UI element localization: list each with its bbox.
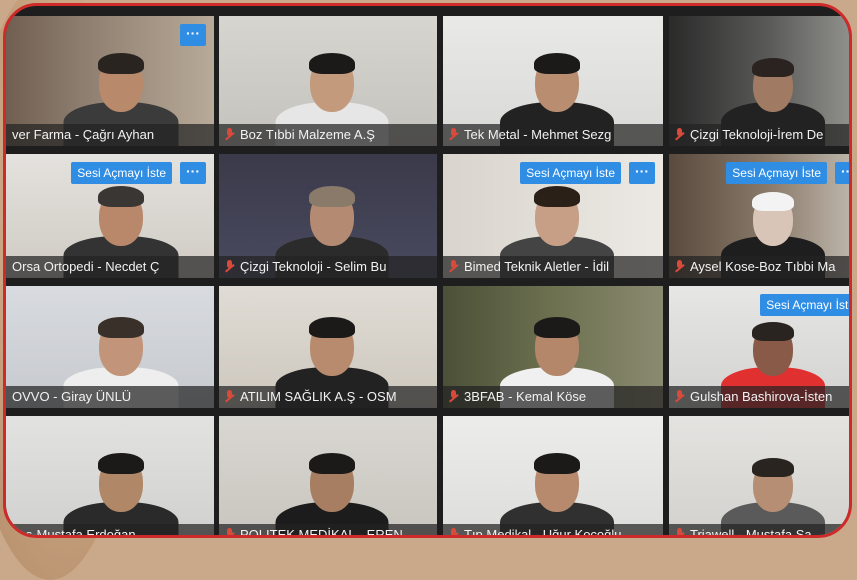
- participant-hair: [534, 317, 581, 338]
- participant-hair: [97, 53, 144, 74]
- participant-hair: [309, 453, 356, 474]
- participant-name-bar: OVVO - Giray ÜNLÜ: [6, 386, 214, 408]
- ask-to-unmute-button[interactable]: Sesi Açmayı İste: [760, 294, 849, 316]
- participant-name: ATILIM SAĞLIK A.Ş - OSM: [240, 389, 397, 404]
- participant-tile[interactable]: Boz Tıbbi Malzeme A.Ş: [219, 16, 437, 146]
- more-options-button[interactable]: ···: [180, 162, 206, 184]
- more-options-button[interactable]: ···: [835, 162, 849, 184]
- participant-hair: [534, 186, 581, 207]
- participant-hair: [534, 453, 581, 474]
- participant-hair: [752, 458, 794, 477]
- participant-hair: [752, 322, 794, 341]
- mic-muted-icon: [675, 128, 684, 141]
- participant-name: Bimed Teknik Aletler - İdil: [464, 259, 609, 274]
- participant-name-bar: Triawell - Mustafa Sa: [669, 524, 849, 538]
- participant-name: Tıp Medikal - Uğur Koçoğlu: [464, 527, 622, 538]
- ask-to-unmute-button[interactable]: Sesi Açmayı İste: [71, 162, 172, 184]
- participant-hair: [97, 317, 144, 338]
- participant-tile[interactable]: Çizgi Teknoloji - Selim Bu: [219, 154, 437, 278]
- participant-name-bar: 3BFAB - Kemal Köse: [443, 386, 663, 408]
- more-options-button[interactable]: ···: [180, 24, 206, 46]
- participant-tile[interactable]: Triawell - Mustafa Sa: [669, 416, 849, 538]
- video-conference-window: ver Farma - Çağrı Ayhan ··· Boz Tıbbi Malz…: [3, 3, 852, 538]
- participant-tile[interactable]: OVVO - Giray ÜNLÜ: [6, 286, 214, 408]
- participant-name-bar: Tıp Medikal - Uğur Koçoğlu: [443, 524, 663, 538]
- mic-muted-icon: [675, 528, 684, 535]
- mic-muted-icon: [449, 128, 458, 141]
- participant-tile[interactable]: Çizgi Teknoloji-İrem De: [669, 16, 849, 146]
- participant-name: 3BFAB - Kemal Köse: [464, 389, 587, 404]
- mic-muted-icon: [675, 260, 684, 273]
- participant-tile[interactable]: Orsa Ortopedi - Necdet Ç ··· Sesi Açmayı İ…: [6, 154, 214, 278]
- participant-tile[interactable]: Bimed Teknik Aletler - İdil ··· Sesi Açmay…: [443, 154, 663, 278]
- participant-tile[interactable]: ver Farma - Çağrı Ayhan ···: [6, 16, 214, 146]
- participant-name-bar: Boz Tıbbi Malzeme A.Ş: [219, 124, 437, 146]
- ask-to-unmute-button[interactable]: Sesi Açmayı İste: [726, 162, 827, 184]
- participant-tile[interactable]: sos-Mustafa Erdoğan: [6, 416, 214, 538]
- participant-hair: [752, 192, 794, 211]
- participant-name: Orsa Ortopedi - Necdet Ç: [12, 259, 160, 274]
- participant-hair: [752, 58, 794, 77]
- mic-muted-icon: [449, 390, 458, 403]
- mic-muted-icon: [225, 390, 234, 403]
- participant-name-bar: Gulshan Bashirova-İsten: [669, 386, 849, 408]
- participant-name: Triawell - Mustafa Sa: [690, 527, 812, 538]
- mic-muted-icon: [225, 128, 234, 141]
- participant-grid: ver Farma - Çağrı Ayhan ··· Boz Tıbbi Malz…: [6, 6, 849, 535]
- ask-to-unmute-button[interactable]: Sesi Açmayı İste: [520, 162, 621, 184]
- participant-name: ver Farma - Çağrı Ayhan: [12, 127, 155, 142]
- participant-tile[interactable]: Tek Metal - Mehmet Sezg: [443, 16, 663, 146]
- participant-tile[interactable]: Aysel Kose-Boz Tıbbi Ma ··· Sesi Açmayı İs…: [669, 154, 849, 278]
- more-options-button[interactable]: ···: [629, 162, 655, 184]
- participant-name-bar: Tek Metal - Mehmet Sezg: [443, 124, 663, 146]
- mic-muted-icon: [225, 528, 234, 535]
- participant-name: POLITEK MEDİKAL - EREN: [240, 527, 403, 538]
- mic-muted-icon: [449, 528, 458, 535]
- mic-muted-icon: [225, 260, 234, 273]
- participant-hair: [309, 53, 356, 74]
- participant-name: Çizgi Teknoloji-İrem De: [690, 127, 824, 142]
- participant-name: Boz Tıbbi Malzeme A.Ş: [240, 127, 375, 142]
- participant-name: Aysel Kose-Boz Tıbbi Ma: [690, 259, 836, 274]
- participant-name: Çizgi Teknoloji - Selim Bu: [240, 259, 387, 274]
- participant-name: OVVO - Giray ÜNLÜ: [12, 389, 132, 404]
- participant-tile[interactable]: POLITEK MEDİKAL - EREN: [219, 416, 437, 538]
- mic-muted-icon: [449, 260, 458, 273]
- participant-name: Tek Metal - Mehmet Sezg: [464, 127, 612, 142]
- participant-name-bar: POLITEK MEDİKAL - EREN: [219, 524, 437, 538]
- participant-hair: [309, 186, 356, 207]
- participant-name-bar: ATILIM SAĞLIK A.Ş - OSM: [219, 386, 437, 408]
- participant-tile[interactable]: Tıp Medikal - Uğur Koçoğlu: [443, 416, 663, 538]
- participant-name-bar: Aysel Kose-Boz Tıbbi Ma: [669, 256, 849, 278]
- participant-name-bar: Bimed Teknik Aletler - İdil: [443, 256, 663, 278]
- participant-name-bar: sos-Mustafa Erdoğan: [6, 524, 214, 538]
- participant-hair: [97, 453, 144, 474]
- participant-hair: [97, 186, 144, 207]
- participant-name-bar: Orsa Ortopedi - Necdet Ç: [6, 256, 214, 278]
- participant-tile[interactable]: 3BFAB - Kemal Köse: [443, 286, 663, 408]
- participant-name: sos-Mustafa Erdoğan: [12, 527, 136, 538]
- participant-hair: [309, 317, 356, 338]
- participant-tile[interactable]: Gulshan Bashirova-İsten Sesi Açmayı İste: [669, 286, 849, 408]
- mic-muted-icon: [675, 390, 684, 403]
- participant-name-bar: Çizgi Teknoloji - Selim Bu: [219, 256, 437, 278]
- participant-name-bar: ver Farma - Çağrı Ayhan: [6, 124, 214, 146]
- participant-hair: [534, 53, 581, 74]
- participant-name: Gulshan Bashirova-İsten: [690, 389, 833, 404]
- participant-tile[interactable]: ATILIM SAĞLIK A.Ş - OSM: [219, 286, 437, 408]
- participant-name-bar: Çizgi Teknoloji-İrem De: [669, 124, 849, 146]
